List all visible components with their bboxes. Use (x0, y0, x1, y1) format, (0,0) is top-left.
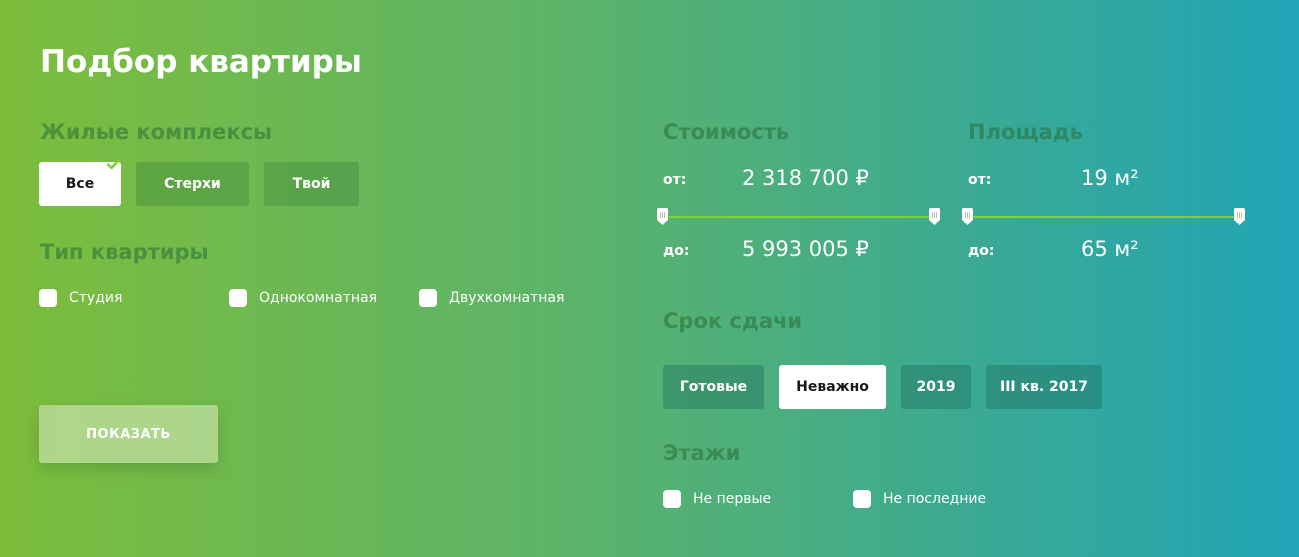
show-button[interactable]: ПОКАЗАТЬ (39, 405, 218, 463)
deadline-option-ready[interactable]: Готовые (663, 365, 764, 409)
price-heading: Стоимость (663, 120, 790, 144)
deadline-option-any[interactable]: Неважно (779, 365, 886, 409)
checkbox-two-room[interactable]: Двухкомнатная (419, 289, 564, 307)
complexes-heading: Жилые комплексы (40, 120, 273, 144)
price-slider-max-handle[interactable] (928, 207, 941, 226)
checkbox-label: Не последние (883, 491, 987, 507)
complex-option-all[interactable]: Все (39, 160, 121, 206)
complex-option-tvoy[interactable]: Твой (264, 162, 359, 206)
area-from-value: 19 м² (1081, 166, 1139, 190)
deadline-option-label: Неважно (796, 379, 869, 395)
complex-option-label: Твой (292, 176, 331, 192)
checkbox-label: Однокомнатная (259, 290, 378, 306)
price-slider-track[interactable] (662, 216, 934, 218)
checkbox-label: Студия (69, 290, 123, 306)
checkbox-not-last[interactable]: Не последние (853, 490, 986, 508)
checkbox-studio[interactable]: Студия (39, 289, 122, 307)
checkbox-label: Не первые (693, 491, 772, 507)
deadline-option-label: III кв. 2017 (999, 379, 1089, 395)
area-slider-max-handle[interactable] (1233, 207, 1246, 226)
complex-option-sterkhi[interactable]: Стерхи (136, 162, 249, 206)
price-slider-min-handle[interactable] (656, 207, 669, 226)
area-to-label: до: (968, 243, 995, 259)
price-to-value: 5 993 005 ₽ (742, 237, 869, 261)
checkbox-not-first[interactable]: Не первые (663, 490, 771, 508)
checkbox-one-room[interactable]: Однокомнатная (229, 289, 377, 307)
price-from-label: от: (663, 172, 687, 188)
checkbox-box[interactable] (663, 490, 681, 508)
floors-heading: Этажи (663, 441, 741, 465)
apartment-type-heading: Тип квартиры (40, 240, 209, 264)
area-slider-min-handle[interactable] (961, 207, 974, 226)
checkbox-box[interactable] (419, 289, 437, 307)
checkbox-label: Двухкомнатная (449, 290, 565, 306)
price-from-value: 2 318 700 ₽ (742, 166, 869, 190)
complex-option-label: Стерхи (164, 176, 221, 192)
deadline-option-q3-2017[interactable]: III кв. 2017 (986, 365, 1102, 409)
checkbox-box[interactable] (229, 289, 247, 307)
area-from-label: от: (968, 172, 992, 188)
deadline-option-2019[interactable]: 2019 (901, 365, 971, 409)
area-to-value: 65 м² (1081, 237, 1139, 261)
deadline-option-label: 2019 (916, 379, 956, 395)
area-slider[interactable] (962, 208, 1245, 225)
price-to-label: до: (663, 243, 690, 259)
deadline-option-label: Готовые (679, 379, 748, 395)
checkbox-box[interactable] (39, 289, 57, 307)
check-icon (107, 160, 119, 169)
page-title: Подбор квартиры (40, 44, 362, 80)
complex-option-label: Все (65, 176, 95, 192)
area-heading: Площадь (968, 120, 1084, 144)
area-slider-track[interactable] (967, 216, 1239, 218)
checkbox-box[interactable] (853, 490, 871, 508)
price-slider[interactable] (657, 208, 940, 225)
deadline-heading: Срок сдачи (663, 309, 803, 333)
